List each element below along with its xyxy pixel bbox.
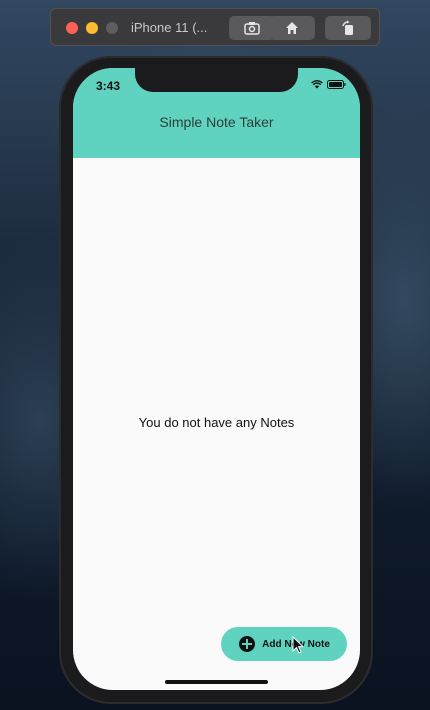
status-time: 3:43 bbox=[96, 79, 121, 93]
phone-notch bbox=[135, 68, 298, 92]
plus-circle-icon bbox=[239, 636, 256, 652]
wifi-icon bbox=[311, 80, 323, 89]
rotate-icon bbox=[342, 20, 353, 35]
home-button[interactable] bbox=[269, 16, 315, 40]
status-icons bbox=[311, 80, 346, 89]
minimize-window-button[interactable] bbox=[86, 22, 98, 34]
simulator-title-bar: iPhone 11 (... bbox=[50, 8, 380, 46]
rotate-button[interactable] bbox=[325, 16, 371, 40]
home-icon bbox=[286, 22, 298, 34]
simulator-device-title: iPhone 11 (... bbox=[131, 20, 208, 35]
screenshot-icon bbox=[244, 22, 260, 35]
add-new-note-button[interactable]: Add New Note bbox=[221, 627, 347, 661]
close-window-button[interactable] bbox=[66, 22, 78, 34]
app-bar: 3:43 Simple Note Taker bbox=[73, 68, 360, 158]
zoom-window-button[interactable] bbox=[106, 22, 118, 34]
home-indicator bbox=[165, 680, 268, 684]
battery-icon bbox=[327, 80, 346, 89]
page-title: Simple Note Taker bbox=[159, 114, 274, 130]
phone-screen: 3:43 Simple Note Taker You do not have a… bbox=[73, 68, 360, 690]
empty-state-message: You do not have any Notes bbox=[138, 415, 295, 430]
mouse-cursor-icon bbox=[292, 636, 304, 654]
